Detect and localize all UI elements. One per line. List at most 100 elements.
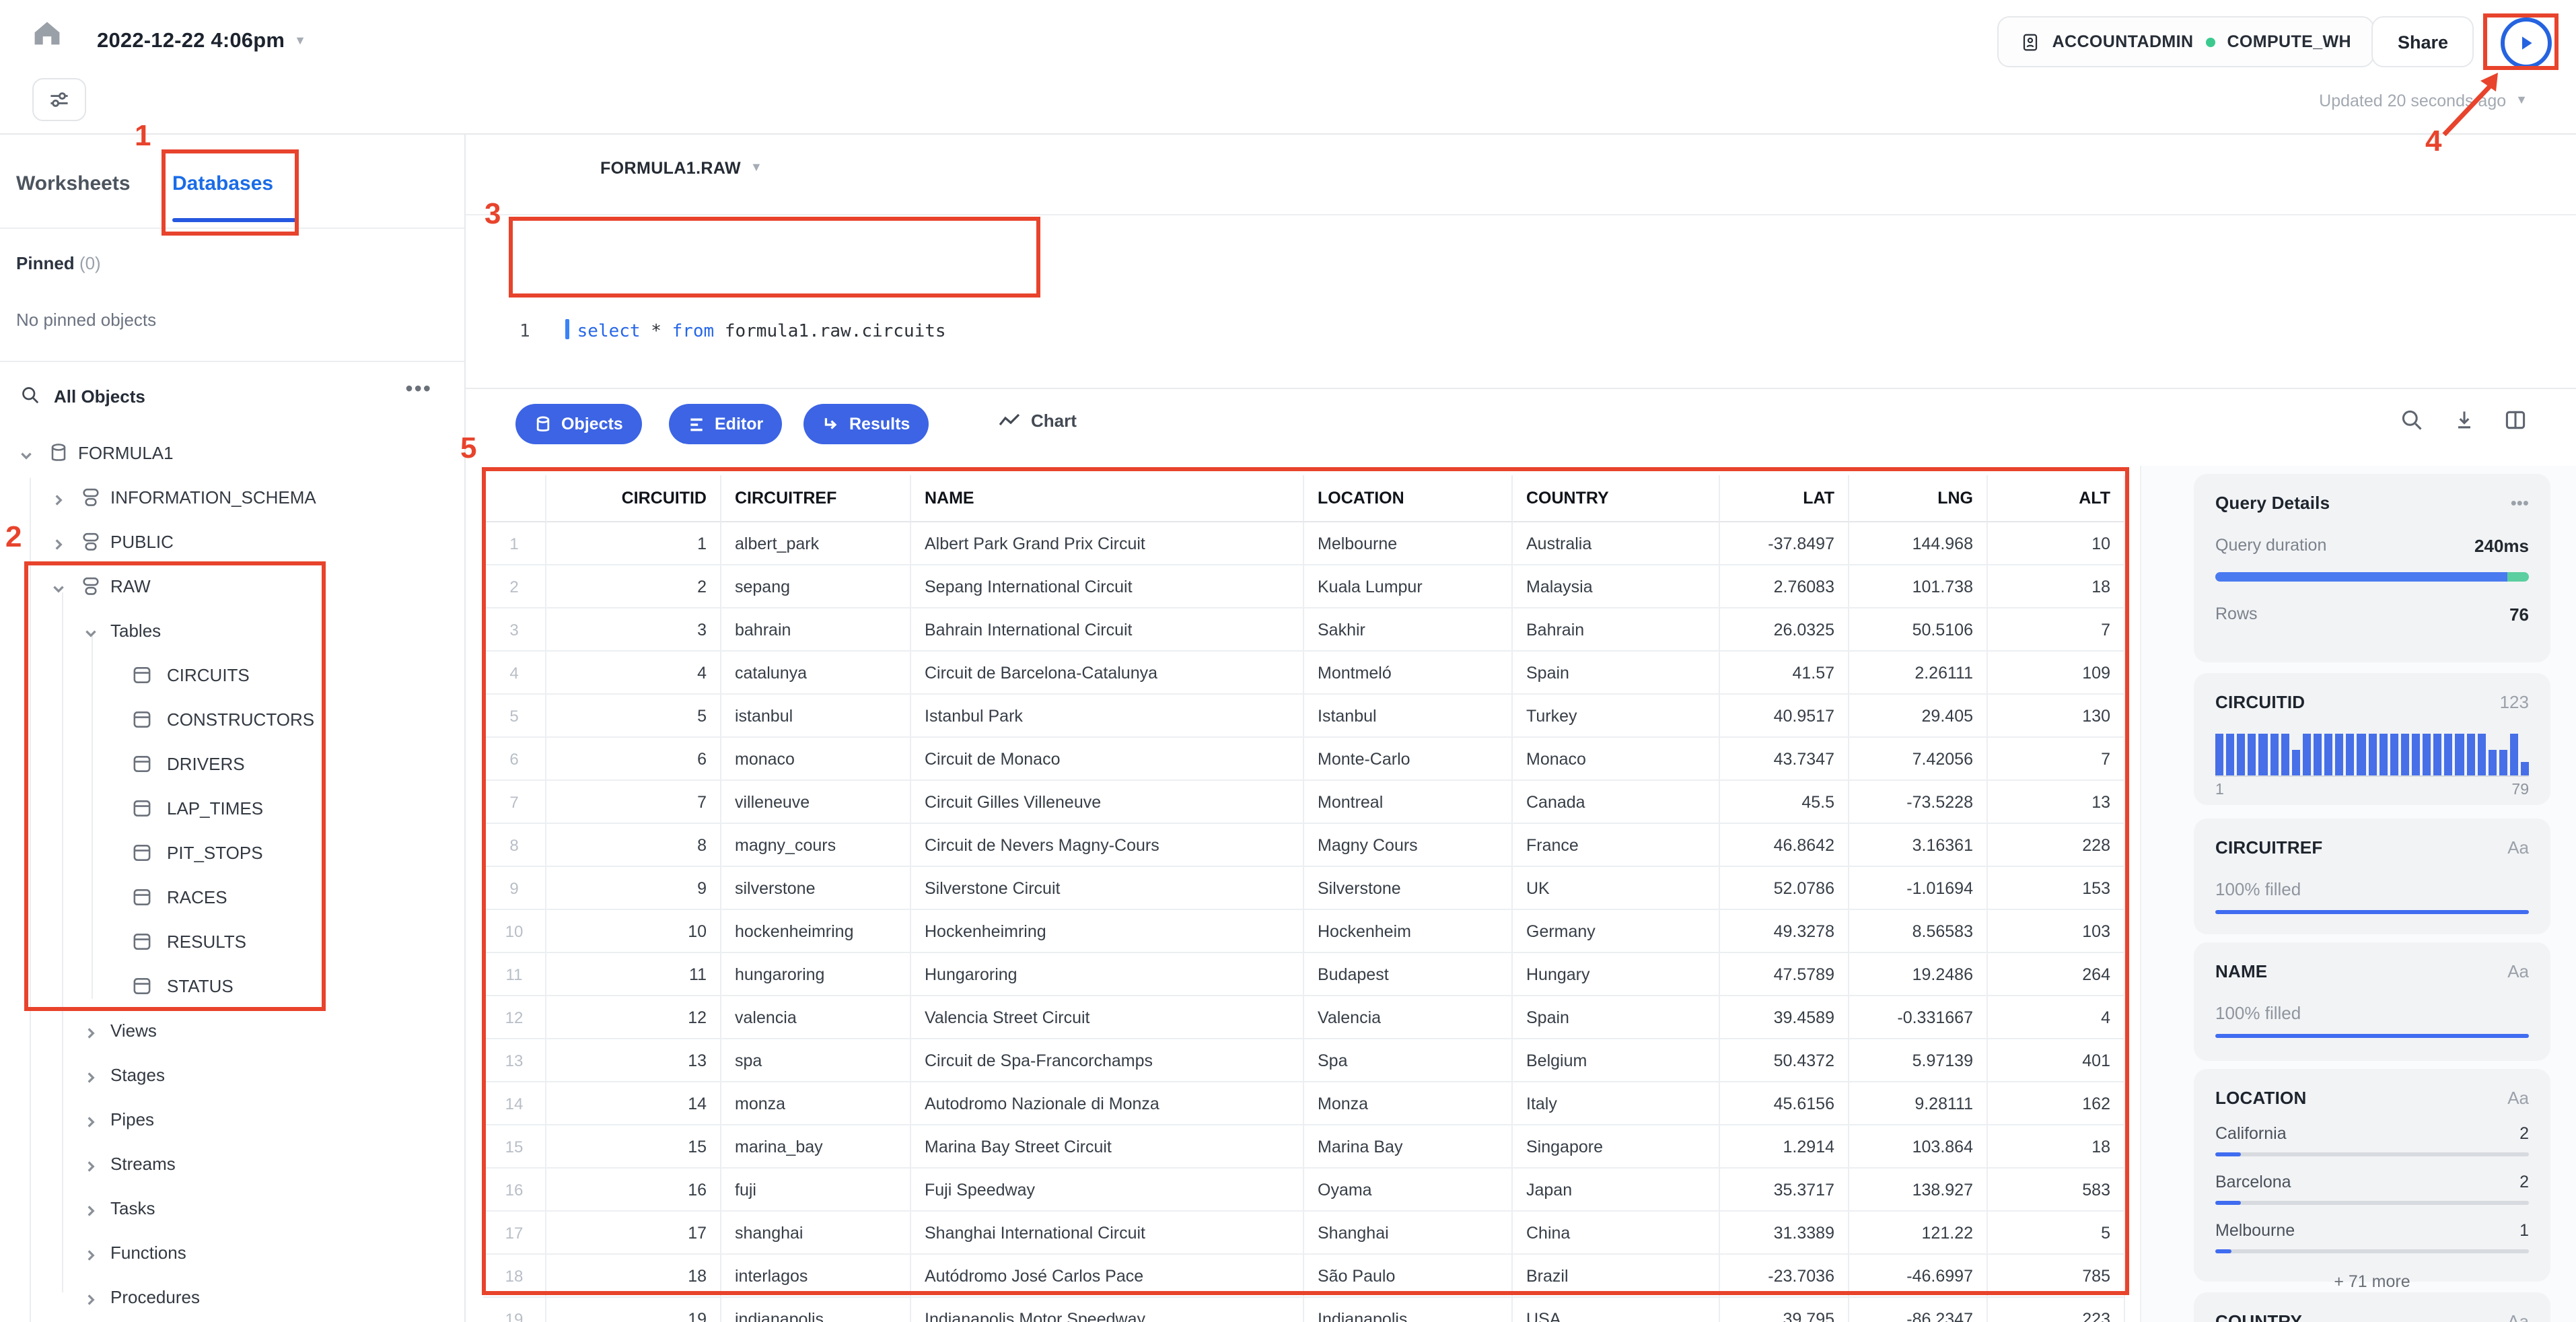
column-header-location[interactable]: LOCATION bbox=[1304, 475, 1513, 522]
histogram-bar bbox=[2423, 734, 2431, 775]
tree-item-pipes[interactable]: Pipes bbox=[0, 1097, 464, 1142]
histogram-bar bbox=[2313, 734, 2322, 775]
tree-item-public[interactable]: PUBLIC bbox=[0, 520, 464, 564]
histogram-bar bbox=[2215, 734, 2224, 775]
search-label: All Objects bbox=[54, 386, 145, 407]
tree-item-pit_stops[interactable]: PIT_STOPS bbox=[0, 831, 464, 875]
tab-active-underline bbox=[172, 218, 296, 222]
chevron-right-icon[interactable] bbox=[83, 1112, 98, 1127]
share-button[interactable]: Share bbox=[2371, 16, 2474, 67]
column-header-alt[interactable]: ALT bbox=[1988, 475, 2125, 522]
columns-panel-icon[interactable] bbox=[2503, 408, 2530, 435]
tree-item-tables[interactable]: Tables bbox=[0, 608, 464, 653]
database-icon bbox=[536, 415, 550, 431]
chevron-down-icon[interactable] bbox=[51, 579, 66, 594]
more-options-icon[interactable]: ••• bbox=[2511, 493, 2529, 513]
tree-item-views[interactable]: Views bbox=[0, 1008, 464, 1053]
chevron-right-icon[interactable] bbox=[83, 1156, 98, 1172]
tree-item-lap_times[interactable]: LAP_TIMES bbox=[0, 786, 464, 831]
tree-item-drivers[interactable]: DRIVERS bbox=[0, 742, 464, 786]
table-cell: Bahrain International Circuit bbox=[911, 608, 1304, 652]
table-row[interactable]: 5 5 istanbul Istanbul Park Istanbul Turkey 40.… bbox=[483, 695, 2125, 738]
chevron-right-icon[interactable] bbox=[83, 1023, 98, 1039]
chevron-down-icon[interactable] bbox=[19, 446, 34, 460]
tree-item-races[interactable]: RACES bbox=[0, 875, 464, 919]
table-row[interactable]: 18 18 interlagos Autódromo José Carlos Pace… bbox=[483, 1255, 2125, 1298]
table-row[interactable]: 4 4 catalunya Circuit de Barcelona-Cataluny… bbox=[483, 652, 2125, 695]
table-row[interactable]: 10 10 hockenheimring Hockenheimring Hockenhe… bbox=[483, 910, 2125, 953]
table-cell: 7 bbox=[1988, 738, 2125, 781]
worksheet-title[interactable]: 2022-12-22 4:06pm ▼ bbox=[97, 30, 306, 54]
editor-pill-button[interactable]: Editor bbox=[669, 404, 783, 444]
table-cell: 13 bbox=[1988, 781, 2125, 824]
tree-item-circuits[interactable]: CIRCUITS bbox=[0, 653, 464, 697]
context-pill[interactable]: ACCOUNTADMIN COMPUTE_WH bbox=[1997, 16, 2374, 67]
column-header-circuitref[interactable]: CIRCUITREF bbox=[721, 475, 911, 522]
column-header-country[interactable]: COUNTRY bbox=[1513, 475, 1720, 522]
chevron-right-icon[interactable] bbox=[83, 1201, 98, 1216]
tree-item-functions[interactable]: Functions bbox=[0, 1230, 464, 1275]
table-row[interactable]: 8 8 magny_cours Circuit de Nevers Magny-Cou… bbox=[483, 824, 2125, 867]
table-row[interactable]: 3 3 bahrain Bahrain International Circuit Sa… bbox=[483, 608, 2125, 652]
tree-item-formula1[interactable]: FORMULA1 bbox=[0, 431, 464, 475]
column-header-name[interactable]: NAME bbox=[911, 475, 1304, 522]
results-pill-button[interactable]: Results bbox=[803, 404, 929, 444]
tree-item-constructors[interactable]: CONSTRUCTORS bbox=[0, 697, 464, 742]
tree-item-snowflake[interactable]: SNOWFLAKE bbox=[0, 1319, 464, 1322]
table-row[interactable]: 12 12 valencia Valencia Street Circuit Valen… bbox=[483, 996, 2125, 1039]
table-cell: fuji bbox=[721, 1169, 911, 1212]
table-row[interactable]: 14 14 monza Autodromo Nazionale di Monza Mon… bbox=[483, 1082, 2125, 1125]
circuitid-histogram[interactable] bbox=[2215, 734, 2530, 777]
updated-status[interactable]: Updated 20 seconds ago ▼ bbox=[2319, 92, 2528, 110]
table-row[interactable]: 15 15 marina_bay Marina Bay Street Circuit M… bbox=[483, 1125, 2125, 1169]
context-tab[interactable]: FORMULA1.RAW ▼ bbox=[600, 159, 762, 178]
table-row[interactable]: 11 11 hungaroring Hungaroring Budapest Hungar… bbox=[483, 953, 2125, 996]
table-row[interactable]: 9 9 silverstone Silverstone Circuit Silverst… bbox=[483, 867, 2125, 910]
rows-value: 76 bbox=[2509, 604, 2529, 625]
location-more-link[interactable]: + 71 more bbox=[2215, 1272, 2529, 1291]
tree-item-tasks[interactable]: Tasks bbox=[0, 1186, 464, 1230]
filters-button[interactable] bbox=[32, 78, 86, 121]
table-icon bbox=[132, 887, 152, 907]
chevron-right-icon[interactable] bbox=[51, 490, 66, 506]
tree-item-results[interactable]: RESULTS bbox=[0, 919, 464, 964]
tab-databases[interactable]: Databases bbox=[172, 172, 273, 195]
table-row[interactable]: 16 16 fuji Fuji Speedway Oyama Japan 35.3717 13… bbox=[483, 1169, 2125, 1212]
table-row[interactable]: 19 19 indianapolis Indianapolis Motor Speed… bbox=[483, 1298, 2125, 1322]
tree-item-stages[interactable]: Stages bbox=[0, 1053, 464, 1097]
table-cell: 7 bbox=[1988, 608, 2125, 652]
table-row[interactable]: 6 6 monaco Circuit de Monaco Monte-Carlo Mona… bbox=[483, 738, 2125, 781]
home-icon[interactable] bbox=[30, 16, 70, 57]
run-button[interactable] bbox=[2501, 18, 2552, 69]
tree-item-information_schema[interactable]: INFORMATION_SCHEMA bbox=[0, 475, 464, 520]
tab-worksheets[interactable]: Worksheets bbox=[16, 172, 131, 195]
tree-item-status[interactable]: STATUS bbox=[0, 964, 464, 1008]
table-row[interactable]: 2 2 sepang Sepang International Circuit Kual… bbox=[483, 565, 2125, 608]
download-icon[interactable] bbox=[2452, 408, 2479, 435]
search-results-icon[interactable] bbox=[2400, 408, 2427, 435]
row-number: 9 bbox=[483, 867, 546, 910]
table-cell: Montmeló bbox=[1304, 652, 1513, 695]
sql-editor[interactable]: 1 select * from formula1.raw.circuits bbox=[466, 217, 2576, 388]
object-search[interactable]: All Objects ••• bbox=[0, 374, 464, 420]
chevron-down-icon[interactable] bbox=[83, 623, 98, 638]
table-row[interactable]: 7 7 villeneuve Circuit Gilles Villeneuve Mon… bbox=[483, 781, 2125, 824]
sql-line[interactable]: 1 select * from formula1.raw.circuits bbox=[520, 319, 946, 346]
chevron-right-icon[interactable] bbox=[51, 534, 66, 550]
column-header-lat[interactable]: LAT bbox=[1720, 475, 1849, 522]
table-row[interactable]: 13 13 spa Circuit de Spa-Francorchamps Spa Be… bbox=[483, 1039, 2125, 1082]
objects-pill-button[interactable]: Objects bbox=[515, 404, 642, 444]
column-header-lng[interactable]: LNG bbox=[1849, 475, 1988, 522]
chart-tab[interactable]: Chart bbox=[999, 411, 1077, 431]
chevron-right-icon[interactable] bbox=[83, 1068, 98, 1083]
column-header-rownum[interactable] bbox=[483, 475, 546, 522]
chevron-right-icon[interactable] bbox=[83, 1290, 98, 1305]
chevron-right-icon[interactable] bbox=[83, 1245, 98, 1261]
table-row[interactable]: 17 17 shanghai Shanghai International Circu… bbox=[483, 1212, 2125, 1255]
column-header-circuitid[interactable]: CIRCUITID bbox=[546, 475, 721, 522]
tree-item-procedures[interactable]: Procedures bbox=[0, 1275, 464, 1319]
tree-item-streams[interactable]: Streams bbox=[0, 1142, 464, 1186]
table-row[interactable]: 1 1 albert_park Albert Park Grand Prix Circ… bbox=[483, 522, 2125, 565]
tree-item-raw[interactable]: RAW bbox=[0, 564, 464, 608]
more-options-icon[interactable]: ••• bbox=[405, 378, 432, 403]
